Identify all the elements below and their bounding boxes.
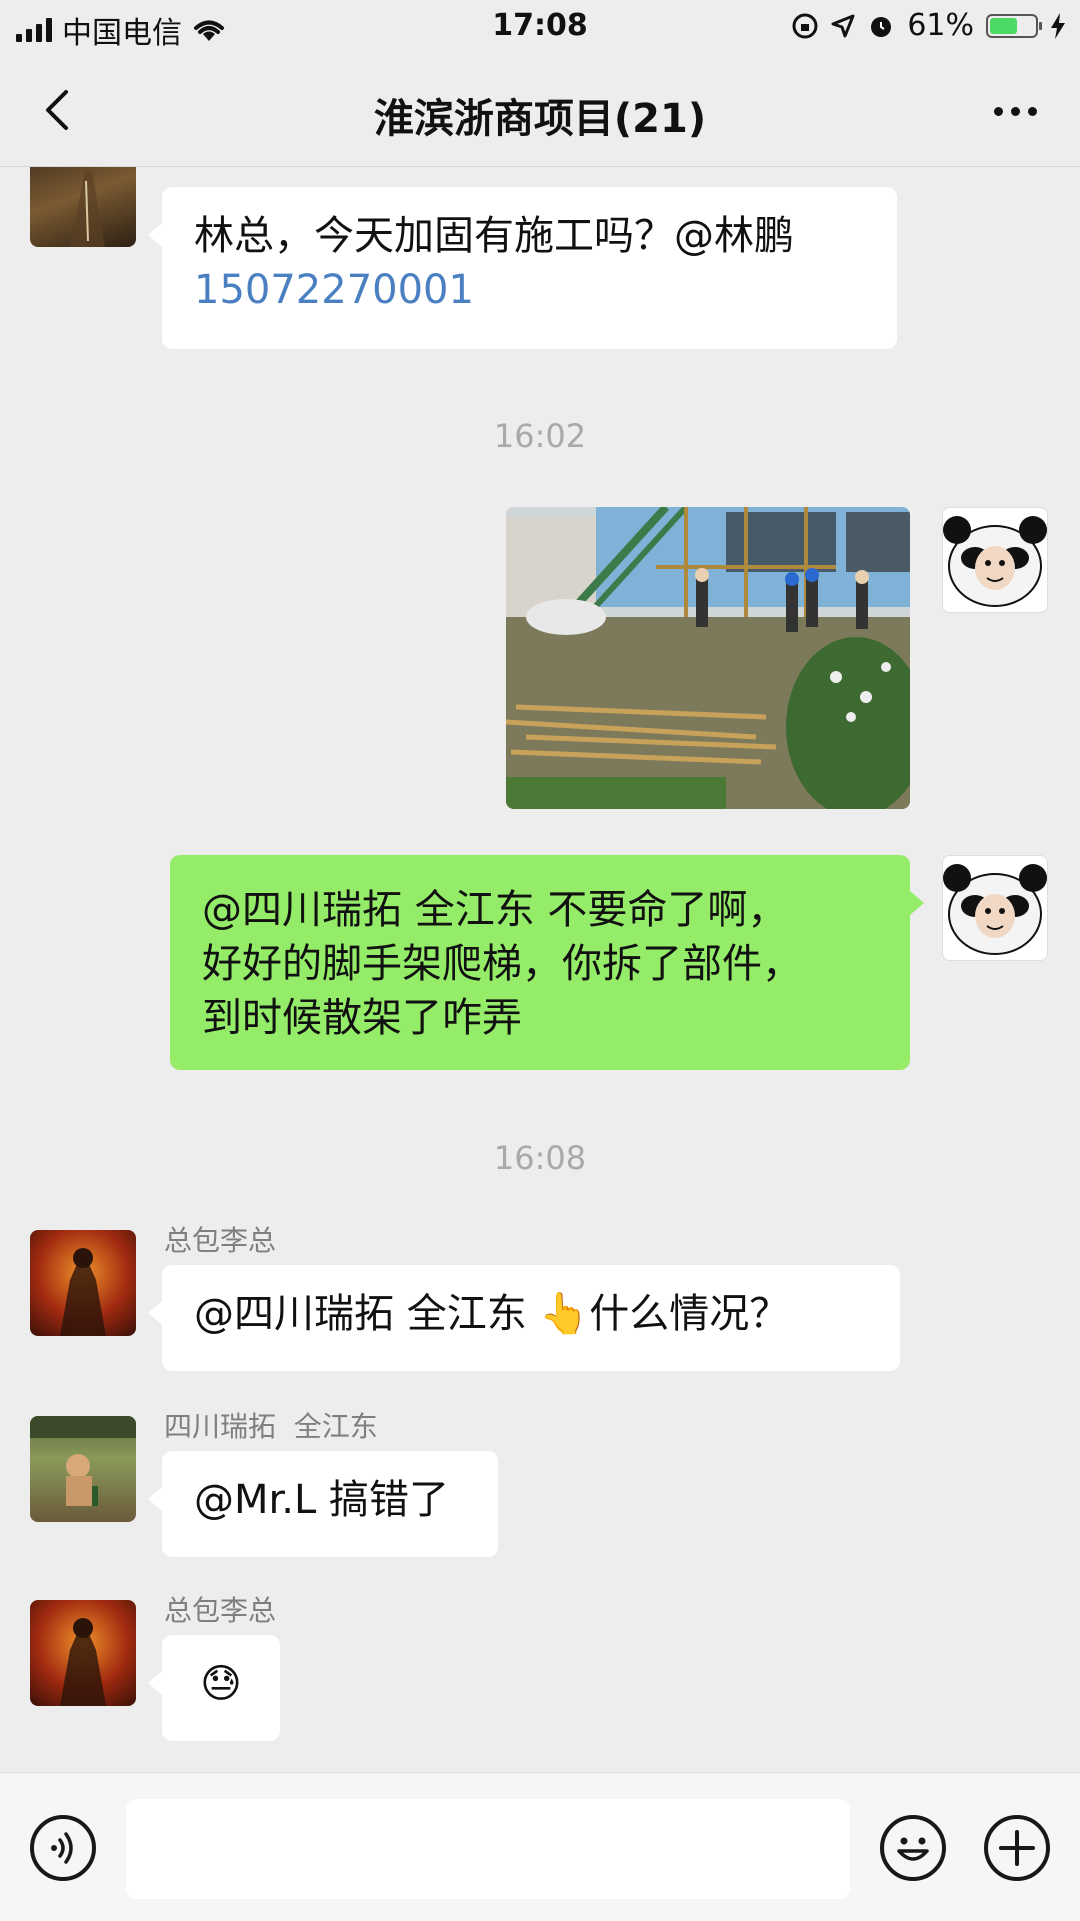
voice-button[interactable]	[30, 1815, 96, 1881]
message-input[interactable]	[126, 1799, 850, 1899]
panda-face-icon	[943, 864, 1047, 955]
location-icon	[831, 14, 855, 37]
phone-link[interactable]: 15072270001	[194, 263, 865, 317]
avatar[interactable]	[30, 1600, 136, 1706]
plus-button[interactable]	[984, 1815, 1050, 1881]
message-text: 林总，今天加固有施工吗？@林鹏	[194, 213, 794, 259]
message-bubble[interactable]: @四川瑞拓 全江东 👆什么情况？	[148, 1265, 900, 1371]
fire-warrior-image	[60, 1618, 106, 1706]
battery-percent: 61%	[907, 8, 974, 43]
fire-warrior-image	[60, 1248, 106, 1336]
voice-icon	[51, 1832, 73, 1864]
road-image	[70, 171, 105, 247]
avatar[interactable]	[30, 1416, 136, 1522]
message-text: @四川瑞拓 全江东 👆什么情况？	[194, 1291, 790, 1337]
more-dots-icon	[993, 106, 1003, 116]
charging-icon	[1051, 12, 1065, 39]
message-line: @四川瑞拓 全江东 不要命了啊，	[202, 887, 788, 933]
battery-fill	[990, 17, 1017, 34]
message-bubble[interactable]: @Mr.L 搞错了	[148, 1451, 498, 1557]
battery-icon	[986, 13, 1042, 38]
message-bubble[interactable]: 😓	[148, 1635, 280, 1741]
status-bar: 中国电信 17:08 61%	[0, 0, 1080, 56]
more-button[interactable]	[980, 86, 1050, 136]
emoji-sweat-icon: 😓	[200, 1661, 242, 1707]
timestamp: 16:02	[493, 417, 587, 455]
message-text: @Mr.L 搞错了	[194, 1477, 449, 1523]
orientation-lock-icon	[792, 13, 818, 38]
avatar[interactable]	[30, 167, 136, 247]
avatar[interactable]	[30, 1230, 136, 1336]
plus-icon	[999, 1830, 1035, 1866]
input-bar	[0, 1772, 1080, 1921]
avatar-self[interactable]	[942, 507, 1048, 613]
emoji-icon	[897, 1837, 929, 1861]
message-bubble[interactable]: 林总，今天加固有施工吗？@林鹏 15072270001	[148, 187, 897, 349]
nav-bar: 淮滨浙商项目(21)	[0, 56, 1080, 167]
message-line: 好好的脚手架爬梯，你拆了部件，	[202, 941, 802, 987]
timestamp: 16:08	[493, 1139, 587, 1177]
avatar-self[interactable]	[942, 855, 1048, 961]
message-line: 到时候散架了咋弄	[202, 995, 522, 1041]
chat-area[interactable]: 林总，今天加固有施工吗？@林鹏 15072270001 16:02 @四川瑞拓 …	[0, 167, 1080, 1772]
child-photo-image	[30, 1416, 136, 1506]
photo-message[interactable]	[506, 507, 910, 809]
construction-site-photo	[506, 507, 910, 809]
alarm-icon	[871, 16, 892, 37]
status-right: 61%	[791, 8, 1066, 43]
message-bubble-outgoing[interactable]: @四川瑞拓 全江东 不要命了啊， 好好的脚手架爬梯，你拆了部件， 到时候散架了咋…	[170, 855, 924, 1070]
emoji-button[interactable]	[880, 1815, 946, 1881]
page-title: 淮滨浙商项目(21)	[373, 96, 707, 142]
sender-name: 四川瑞拓 全江东	[164, 1410, 378, 1443]
sender-name: 总包李总	[164, 1224, 277, 1257]
panda-face-icon	[943, 516, 1047, 607]
sender-name: 总包李总	[164, 1594, 277, 1627]
